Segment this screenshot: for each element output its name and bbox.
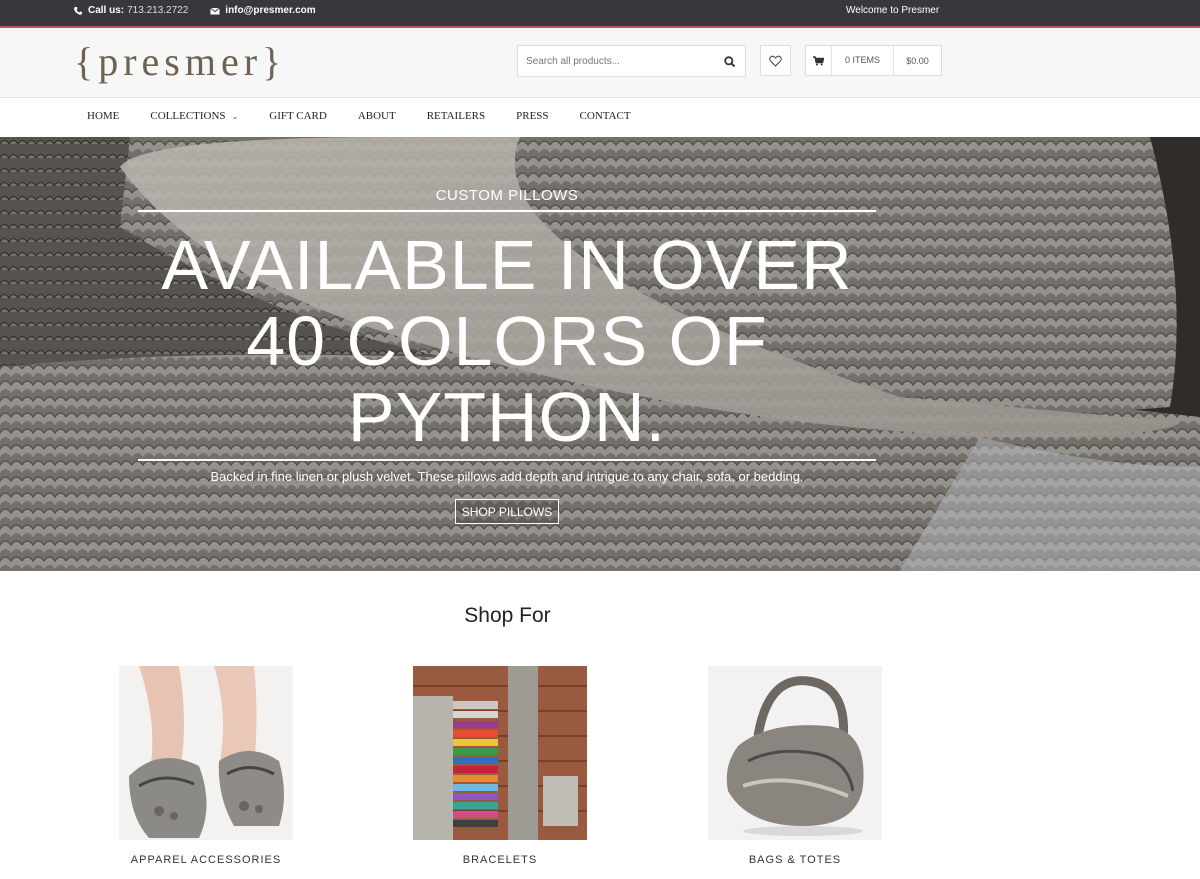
shop-pillows-button[interactable]: SHOP PILLOWS (455, 499, 559, 524)
nav-home[interactable]: HOME (87, 110, 119, 122)
phone-label: Call us: (88, 5, 125, 16)
shop-for-heading: Shop For (464, 604, 551, 627)
email-address: info@presmer.com (225, 5, 316, 16)
contact-info: Call us: 713.213.2722 info@presmer.com (73, 5, 316, 16)
cart-icon-wrap (806, 46, 832, 75)
bag-photo (708, 666, 882, 840)
category-bracelets[interactable]: BRACELETS (413, 666, 587, 866)
cart-total: $0.00 (906, 55, 929, 66)
chevron-down-icon: ⌄ (231, 111, 239, 121)
search-input[interactable] (518, 46, 708, 76)
nav-gift-card[interactable]: GIFT CARD (269, 110, 327, 122)
nav-retailers[interactable]: RETAILERS (427, 110, 485, 122)
envelope-icon (210, 7, 221, 14)
top-bar: Call us: 713.213.2722 info@presmer.com W… (0, 0, 1200, 28)
nav-label: PRESS (516, 110, 549, 122)
category-image[interactable] (119, 666, 293, 840)
nav-label: ABOUT (357, 110, 396, 122)
nav-collections[interactable]: COLLECTIONS ⌄ (150, 110, 238, 122)
wishlist-button[interactable] (760, 45, 791, 76)
hero-headline: AVAILABLE IN OVER 40 COLORS OF PYTHON. (138, 227, 876, 455)
sandals-photo (119, 666, 293, 840)
nav-label: HOME (87, 110, 120, 122)
category-image[interactable] (708, 666, 882, 840)
nav-label: RETAILERS (426, 110, 486, 122)
nav-label: CONTACT (579, 110, 631, 122)
nav-press[interactable]: PRESS (516, 110, 548, 122)
hero-bottom-rule (138, 459, 876, 461)
welcome-message: Welcome to Presmer (846, 5, 940, 16)
search-box (517, 45, 746, 77)
phone-icon (74, 6, 82, 15)
site-logo[interactable]: {presmer} (74, 38, 286, 85)
heart-icon (769, 55, 782, 67)
hero-top-rule (138, 210, 876, 212)
phone-contact[interactable]: Call us: 713.213.2722 (73, 5, 210, 16)
hero-subtext: Backed in fine linen or plush velvet. Th… (210, 469, 804, 484)
cart-icon (813, 55, 824, 65)
category-label[interactable]: BAGS & TOTES (675, 854, 915, 866)
category-image[interactable] (413, 666, 587, 840)
hero-banner: CUSTOM PILLOWS AVAILABLE IN OVER 40 COLO… (0, 137, 1200, 571)
headline-line: PYTHON. (347, 378, 667, 456)
nav-about[interactable]: ABOUT (358, 110, 396, 122)
nav-contact[interactable]: CONTACT (580, 110, 631, 122)
category-apparel-accessories[interactable]: APPAREL ACCESSORIES (119, 666, 293, 866)
bracelets-photo (413, 666, 587, 840)
headline-line: AVAILABLE IN OVER (161, 226, 853, 304)
hero-kicker: CUSTOM PILLOWS (435, 187, 579, 204)
cart-button[interactable]: 0 ITEMS $0.00 (805, 45, 942, 76)
category-label[interactable]: BRACELETS (380, 854, 620, 866)
category-label[interactable]: APPAREL ACCESSORIES (86, 854, 326, 866)
category-bags-totes[interactable]: BAGS & TOTES (708, 666, 882, 866)
headline-line: 40 COLORS OF (246, 302, 768, 380)
email-contact[interactable]: info@presmer.com (210, 5, 316, 16)
nav-label: GIFT CARD (269, 110, 327, 122)
site-header: {presmer} 0 ITEMS $0.00 (0, 28, 1200, 98)
cart-item-count: 0 ITEMS (832, 46, 894, 75)
search-icon[interactable] (723, 55, 737, 69)
main-nav: HOME COLLECTIONS ⌄ GIFT CARD ABOUT RETAIL… (0, 98, 1200, 137)
phone-number: 713.213.2722 (127, 5, 189, 16)
nav-label: COLLECTIONS (150, 110, 226, 122)
